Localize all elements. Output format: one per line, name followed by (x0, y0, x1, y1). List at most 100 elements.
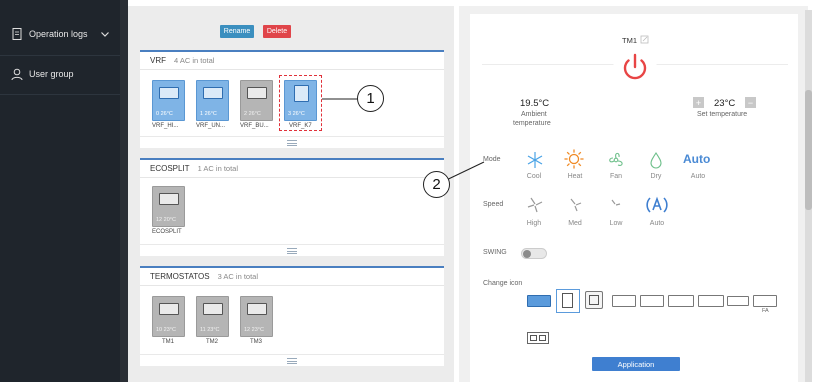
sidebar-item-operation-logs[interactable]: Operation logs (0, 16, 120, 52)
mode-dry-label: Dry (650, 173, 662, 180)
group-menu-button[interactable] (140, 136, 444, 148)
sun-icon[interactable] (564, 149, 584, 169)
ac-tile[interactable]: 12 20°C (152, 186, 185, 227)
group-title: TERMOSTATOS (150, 272, 210, 281)
ambient-temperature-label-2: temperature (513, 120, 551, 127)
group-menu-button[interactable] (140, 354, 444, 366)
group-termostatos: TERMOSTATOS 3 AC in total (140, 266, 444, 366)
ac-unit-icon (159, 193, 179, 205)
temperature-decrease-button[interactable]: − (745, 97, 756, 108)
swing-label: SWING (483, 249, 507, 256)
temperature-increase-button[interactable]: + (693, 97, 704, 108)
callout-leader-line (322, 98, 358, 100)
icon-option-fa[interactable] (753, 295, 777, 307)
menu-icon (287, 247, 297, 254)
speed-high-icon[interactable] (525, 195, 545, 215)
set-temperature-label: Set temperature (697, 111, 748, 118)
delete-button[interactable]: Delete (263, 25, 291, 38)
group-header: ECOSPLIT 1 AC in total (140, 160, 444, 178)
ac-tile-value: 10 23°C (156, 327, 176, 333)
device-name: TM1 (622, 36, 637, 45)
ac-unit-icon (203, 303, 223, 315)
group-title: ECOSPLIT (150, 164, 190, 173)
ac-tile[interactable]: 2 26°C (240, 80, 273, 121)
mode-cool-label: Cool (526, 173, 542, 180)
document-icon (12, 28, 22, 40)
ac-tile-label: VRF_UN... (196, 123, 226, 129)
group-menu-button[interactable] (140, 244, 444, 256)
icon-option-selected[interactable] (527, 295, 551, 307)
ac-tile-value: 12 20°C (156, 217, 176, 223)
fan-icon[interactable] (606, 150, 626, 170)
panel-divider-strip (120, 0, 128, 382)
sidebar-item-label: User group (29, 69, 74, 79)
selection-highlight (279, 75, 322, 131)
callout-marker-2: 2 (423, 171, 450, 198)
set-temperature-value: 23°C (714, 98, 736, 109)
speed-high-label: High (526, 220, 542, 227)
icon-option-duct[interactable] (727, 296, 749, 306)
icon-option-wall-2[interactable] (640, 295, 664, 307)
icon-option-square[interactable] (585, 291, 603, 309)
app-root: Operation logs User group Rename Delete … (0, 0, 814, 382)
ac-unit-icon (247, 303, 267, 315)
group-count: 4 AC in total (174, 56, 215, 65)
speed-low-icon[interactable] (605, 195, 625, 215)
scrollbar-thumb[interactable] (805, 90, 812, 210)
ac-tile-label: VRF_HI... (152, 123, 179, 129)
ac-unit-icon (159, 87, 179, 99)
icon-option-fa-label: FA (762, 308, 769, 314)
sidebar-item-user-group[interactable]: User group (0, 56, 120, 92)
snowflake-icon[interactable] (525, 150, 545, 170)
icon-option-wall[interactable] (612, 295, 636, 307)
ambient-temperature-label: Ambient (521, 111, 547, 118)
ac-tile[interactable]: 11 23°C (196, 296, 229, 337)
change-icon-label: Change icon (483, 280, 523, 287)
menu-icon (287, 357, 297, 364)
mode-heat-label: Heat (567, 173, 583, 180)
rename-button[interactable]: Rename (220, 25, 254, 38)
sidebar-divider (0, 94, 120, 95)
icon-option-floor[interactable] (527, 332, 549, 344)
icon-option-slim[interactable] (698, 295, 724, 307)
ac-tile[interactable]: 0 26°C (152, 80, 185, 121)
sidebar: Operation logs User group (0, 0, 120, 382)
icon-option-cassette[interactable] (556, 289, 580, 313)
chevron-down-icon[interactable] (100, 29, 110, 39)
ac-tile-label: TM1 (162, 339, 174, 345)
ac-tile[interactable]: 10 23°C (152, 296, 185, 337)
swing-toggle[interactable] (521, 248, 547, 259)
group-count: 3 AC in total (217, 272, 259, 281)
ac-tile-label: VRF_BU... (240, 123, 269, 129)
ac-tile-label: TM3 (250, 339, 262, 345)
ac-tile-value: 12 23°C (244, 327, 264, 333)
group-title: VRF (150, 56, 166, 65)
menu-icon (287, 139, 297, 146)
ac-tile-value: 2 26°C (244, 111, 261, 117)
speed-low-label: Low (609, 220, 623, 227)
callout-marker-1: 1 (357, 85, 384, 112)
user-icon (11, 68, 23, 81)
power-icon (623, 53, 647, 80)
ac-unit-icon (247, 87, 267, 99)
ac-unit-icon (203, 87, 223, 99)
group-header: TERMOSTATOS 3 AC in total (140, 268, 444, 286)
droplet-icon[interactable] (646, 150, 666, 170)
speed-med-icon[interactable] (565, 195, 585, 215)
group-header: VRF 4 AC in total (140, 52, 444, 70)
mode-auto-icon[interactable]: Auto (683, 152, 710, 166)
ac-tile[interactable]: 1 26°C (196, 80, 229, 121)
icon-option-wide[interactable] (668, 295, 694, 307)
ac-unit-icon (159, 303, 179, 315)
ac-tile-value: 11 23°C (200, 327, 220, 333)
power-button[interactable] (613, 47, 657, 91)
application-button[interactable]: Application (592, 357, 680, 371)
ac-tile-label: ECOSPLIT (152, 229, 182, 235)
sidebar-item-label: Operation logs (29, 29, 88, 39)
mode-fan-label: Fan (609, 173, 623, 180)
edit-icon[interactable] (640, 35, 649, 44)
group-ecosplit: ECOSPLIT 1 AC in total (140, 158, 444, 256)
ac-tile[interactable]: 12 23°C (240, 296, 273, 337)
speed-auto-icon[interactable] (645, 193, 669, 217)
speed-label: Speed (483, 201, 504, 208)
